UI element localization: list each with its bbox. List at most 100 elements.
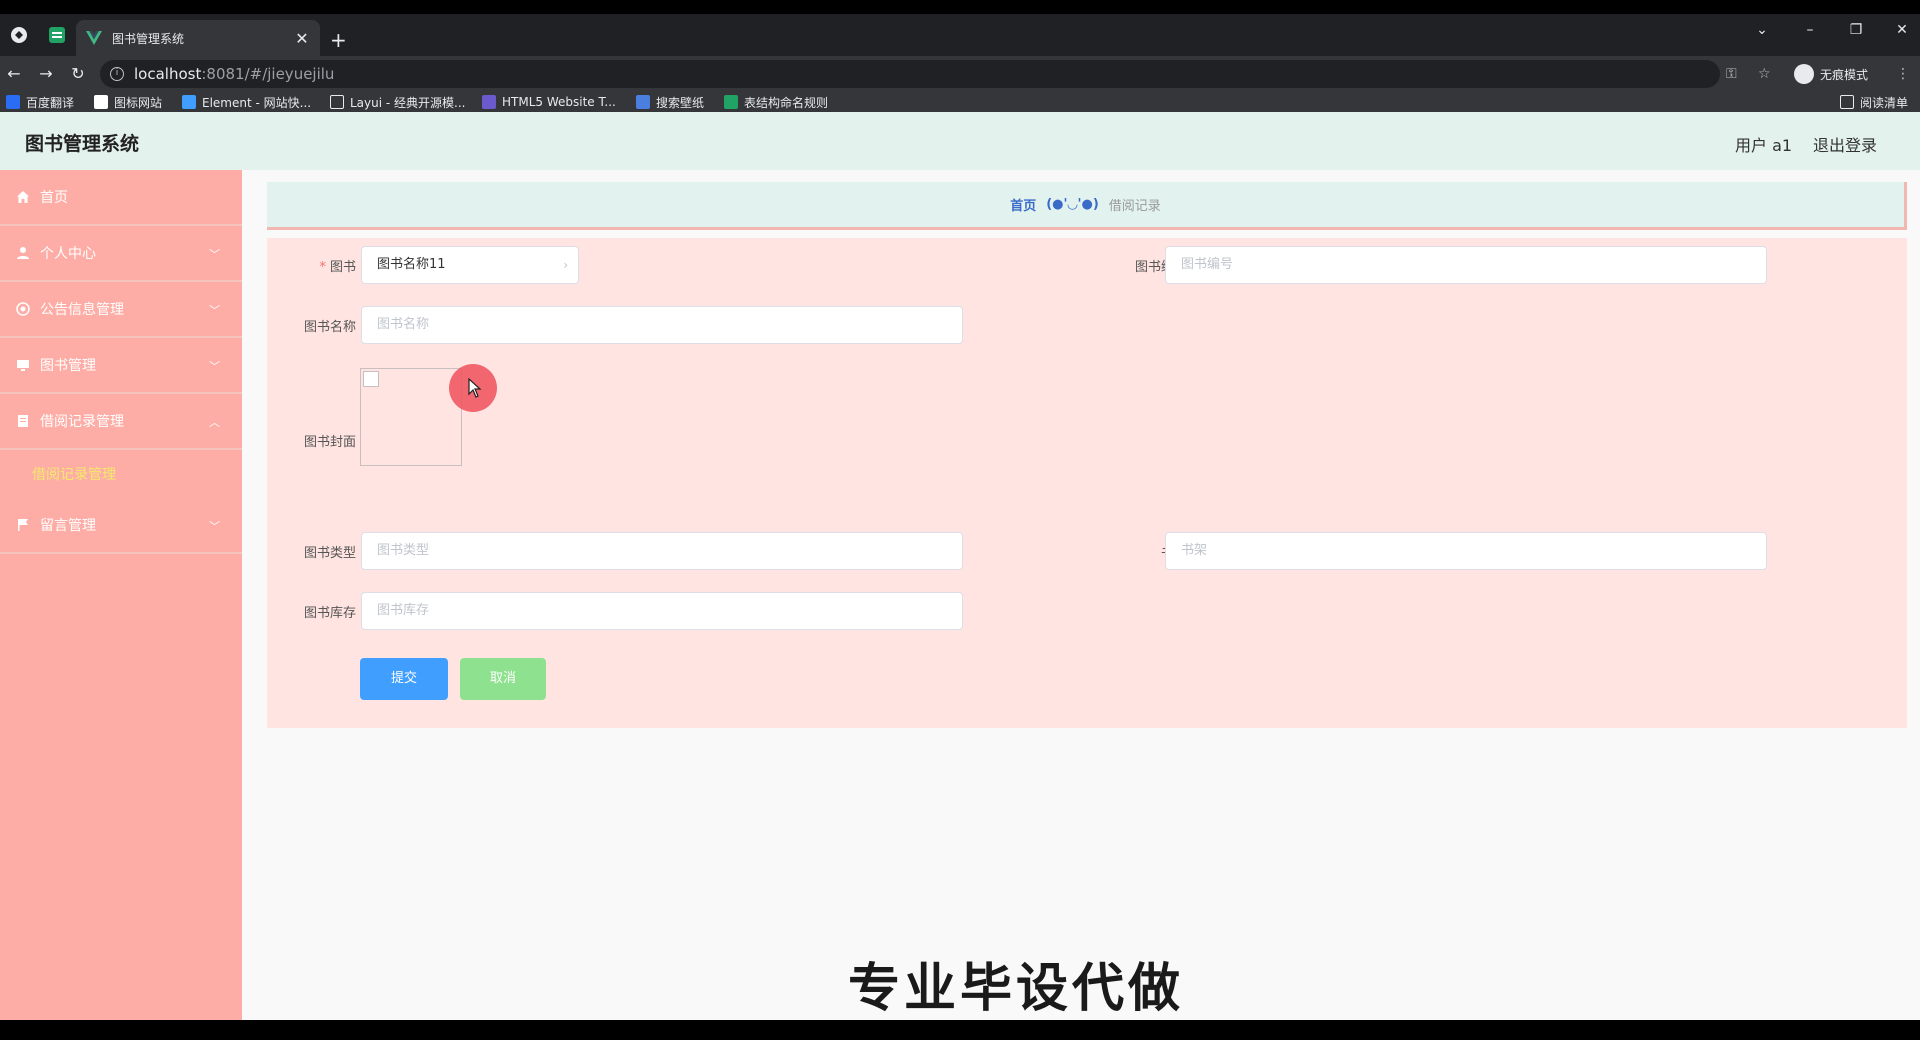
tab-search-icon[interactable]: ⌄ [1747,22,1777,38]
breadcrumb-current: 借阅记录 [1108,199,1161,214]
type-label: 图书类型 [303,546,356,561]
sidebar-item-messages[interactable]: 留言管理 ﹀ [0,498,242,554]
image-placeholder-icon [363,371,379,387]
watermark-text: 专业毕设代做 [848,959,1185,1019]
browser-menu-icon[interactable] [10,26,28,44]
sidebar-subitem-borrow-records[interactable]: 借阅记录管理 [0,450,242,498]
submit-button[interactable]: 提交 [360,658,448,700]
user-name: 用户 a1 [1735,136,1793,155]
type-input[interactable]: 图书类型 [361,532,963,570]
reading-list-icon [1840,95,1854,109]
sidebar-item-borrow[interactable]: 借阅记录管理 ︿ [0,394,242,450]
bookmark-item[interactable]: 百度翻译 [6,94,74,110]
sidebar-item-label: 个人中心 [40,246,96,262]
browser-tab-bar: 图书管理系统 ✕ + ⌄ – ❐ ✕ [0,14,1920,56]
sidebar-item-label: 首页 [40,190,68,206]
bookmark-item[interactable]: 搜索壁纸 [636,94,704,110]
url-field[interactable]: i localhost:8081/#/jieyuejilu [100,60,1720,88]
layui-icon [330,95,344,109]
more-menu-icon[interactable]: ⋮ [1896,66,1910,82]
tab-title: 图书管理系统 [112,31,185,46]
active-tab[interactable]: 图书管理系统 ✕ [76,20,320,56]
vue-icon [86,30,102,46]
close-tab-icon[interactable]: ✕ [294,29,310,48]
mouse-cursor-icon [468,378,482,398]
table-icon [724,95,738,109]
sidebar: 首页 个人中心 ﹀ 公告信息管理 ﹀ 图书管理 ﹀ 借阅记录管理 ︿ 借阅记录管… [0,170,242,1020]
chevron-down-icon: ﹀ [209,304,220,317]
url-host: localhost [134,65,202,83]
cover-uploader[interactable] [360,368,462,466]
flag-icon [16,518,30,532]
shelf-input[interactable]: 书架 [1165,532,1767,570]
app-title: 图书管理系统 [25,133,140,155]
sidebar-item-label: 借阅记录管理 [40,414,124,430]
sidebar-item-books[interactable]: 图书管理 ﹀ [0,338,242,394]
close-window-icon[interactable]: ✕ [1887,22,1917,38]
book-name-label: 图书名称 [303,320,356,335]
restore-icon[interactable]: ❐ [1841,22,1871,38]
flag-bookmark-icon [94,95,108,109]
reload-icon[interactable]: ↻ [66,62,90,86]
bell-icon [16,302,30,316]
user-icon [16,246,30,260]
bookmark-icon [6,95,20,109]
sidebar-item-label: 留言管理 [40,518,96,534]
chevron-up-icon: ︿ [209,416,220,429]
bookmark-item[interactable]: 图标网站 [94,94,162,110]
top-bar [0,0,1920,14]
bookmark-item[interactable]: Layui - 经典开源模... [330,94,465,110]
sidebar-item-home[interactable]: 首页 [0,170,242,226]
address-bar: ← → ↻ i localhost:8081/#/jieyuejilu ⚿ ☆ … [0,56,1920,92]
incognito-icon [1794,64,1814,84]
chevron-down-icon: ﹀ [209,248,220,261]
logout-link[interactable]: 退出登录 [1813,132,1877,156]
chevron-down-icon: ﹀ [209,360,220,373]
book-select-value: 图书名称11 [377,257,446,272]
url-path: :8081/#/jieyuejilu [201,65,335,83]
sidebar-item-label: 公告信息管理 [40,302,124,318]
key-icon[interactable]: ⚿ [1726,66,1737,82]
chevron-right-icon: › [563,258,568,272]
app-header: 图书管理系统 用户 a1 退出登录 [0,112,1920,170]
incognito-badge[interactable]: 无痕模式 [1794,62,1868,86]
back-icon[interactable]: ← [2,62,26,86]
reading-list[interactable]: 阅读清单 [1840,94,1908,110]
wallpaper-icon [636,95,650,109]
stock-input[interactable]: 图书库存 [361,592,963,630]
breadcrumb-separator: (●'◡'●) [1046,197,1099,212]
bookmark-item[interactable]: HTML5 Website T... [482,94,616,110]
book-name-input[interactable]: 图书名称 [361,306,963,344]
sidebar-item-notices[interactable]: 公告信息管理 ﹀ [0,282,242,338]
new-tab-button[interactable]: + [330,28,347,52]
breadcrumb: 首页 (●'◡'●) 借阅记录 [267,182,1907,230]
main-content: 首页 (●'◡'●) 借阅记录 * 图书 图书名称11 › 图书编号 图书编号 图… [242,170,1920,1020]
html5-icon [482,95,496,109]
home-icon [16,190,30,204]
sidebar-subitem-label: 借阅记录管理 [32,467,116,483]
breadcrumb-home[interactable]: 首页 [1010,195,1036,214]
minimize-icon[interactable]: – [1795,22,1825,38]
doc-icon [16,414,30,428]
sidebar-item-profile[interactable]: 个人中心 ﹀ [0,226,242,282]
info-icon[interactable]: i [110,67,124,81]
star-icon[interactable]: ☆ [1758,66,1771,82]
required-mark: * [319,260,326,275]
sidebar-item-label: 图书管理 [40,358,96,374]
forward-icon[interactable]: → [34,62,58,86]
stock-label: 图书库存 [303,606,356,621]
bookmarks-bar: 百度翻译 图标网站 Element - 网站快... Layui - 经典开源模… [0,92,1920,112]
book-select[interactable]: 图书名称11 › [361,246,579,284]
bookmark-item[interactable]: 表结构命名规则 [724,94,828,110]
incognito-label: 无痕模式 [1820,67,1869,82]
book-label: * 图书 [319,260,356,275]
app-tab-icon[interactable] [48,26,66,44]
cancel-button[interactable]: 取消 [460,658,546,700]
borrow-form: * 图书 图书名称11 › 图书编号 图书编号 图书名称 图书名称 图书封面 图书… [267,238,1907,728]
monitor-icon [16,358,30,372]
chevron-down-icon: ﹀ [209,520,220,533]
bottom-bar [0,1020,1920,1040]
book-no-input[interactable]: 图书编号 [1165,246,1767,284]
cover-label: 图书封面 [303,435,356,450]
bookmark-item[interactable]: Element - 网站快... [182,94,311,110]
